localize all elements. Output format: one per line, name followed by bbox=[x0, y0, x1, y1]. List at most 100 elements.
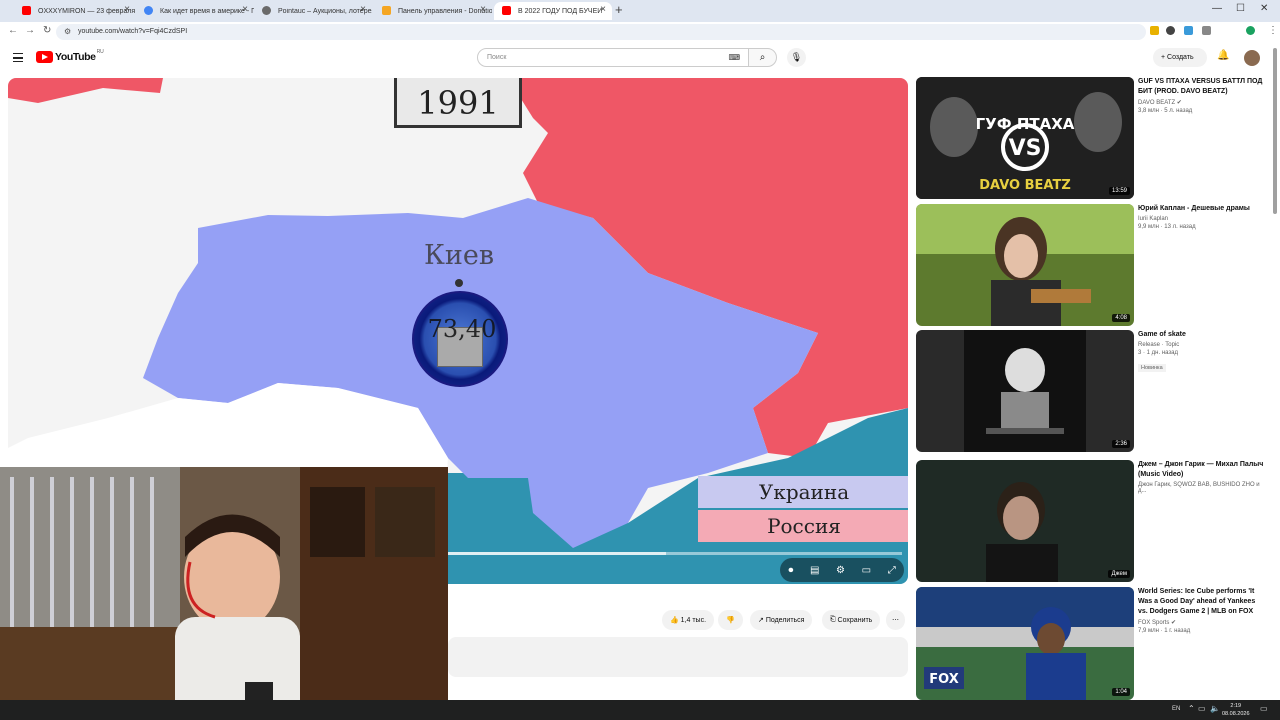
video-stats: 3,8 млн · 5 л. назад bbox=[1138, 108, 1193, 114]
ballot-badge: 73,40 bbox=[412, 291, 508, 387]
close-tab-icon[interactable]: × bbox=[124, 4, 130, 15]
forward-icon[interactable]: → bbox=[25, 25, 35, 36]
settings-gear-icon[interactable]: ⚙ bbox=[836, 565, 845, 576]
thumbnail-image bbox=[916, 460, 1134, 582]
create-label: Создать bbox=[1167, 54, 1194, 61]
video-title[interactable]: Юрий Каплан - Дешевые драмы bbox=[1138, 204, 1266, 214]
more-actions-button[interactable]: ⋯ bbox=[886, 610, 905, 630]
profile-icon[interactable] bbox=[1246, 26, 1255, 35]
autoplay-toggle-icon[interactable]: ⏺ bbox=[788, 565, 793, 576]
recommended-video[interactable]: Джем Джем – Джон Гарик — Михал Палыч (Mu… bbox=[916, 460, 1266, 582]
keyboard-icon[interactable]: ⌨ bbox=[728, 49, 740, 67]
youtube-favicon-icon bbox=[502, 6, 511, 15]
duration-badge: 2:36 bbox=[1112, 440, 1130, 448]
video-actions: 👍 1,4 тыс. 👎 ↗ Поделиться ⎗ Сохранить ⋯ bbox=[448, 608, 908, 630]
language-indicator[interactable]: EN bbox=[1172, 706, 1180, 712]
thumb-text: VS bbox=[1009, 136, 1042, 161]
more-horizontal-icon: ⋯ bbox=[892, 617, 899, 624]
channel-name[interactable]: Release · Topic bbox=[1138, 342, 1266, 348]
menu-hamburger-icon[interactable] bbox=[13, 53, 23, 62]
browser-tab[interactable]: Pointauc – Аукционы, лотерея × bbox=[254, 2, 372, 20]
tab-label: Pointauc – Аукционы, лотерея bbox=[278, 7, 372, 15]
video-thumbnail[interactable]: ГУФ ПТАХА VS DAVO BEATZ 13:59 bbox=[916, 77, 1134, 199]
tray-chevron-icon[interactable]: ⌃ bbox=[1188, 704, 1195, 713]
back-icon[interactable]: ← bbox=[8, 25, 18, 36]
channel-name[interactable]: Iurii Kaplan bbox=[1138, 216, 1266, 222]
menu-icon[interactable]: ⋮ bbox=[1268, 25, 1278, 36]
channel-name[interactable]: DAVO BEATZ ✔ bbox=[1138, 99, 1266, 106]
city-marker bbox=[455, 279, 463, 287]
new-tab-icon[interactable]: + bbox=[615, 2, 623, 17]
volume-icon[interactable]: 🔈 bbox=[1210, 704, 1220, 713]
voice-search-button[interactable]: 🎙 bbox=[787, 48, 806, 67]
like-button[interactable]: 👍 1,4 тыс. bbox=[662, 610, 715, 630]
webcam-overlay bbox=[0, 467, 448, 720]
duration-badge: 1:04 bbox=[1112, 688, 1130, 696]
notifications-bell-icon[interactable]: 🔔 bbox=[1217, 50, 1229, 61]
network-icon[interactable]: ▭ bbox=[1198, 704, 1206, 713]
youtube-logo[interactable]: YouTube RU bbox=[36, 49, 104, 63]
video-meta: GUF VS ПТАХА VERSUS БАТТЛ ПОД БИТ (PROD.… bbox=[1138, 77, 1266, 114]
close-tab-icon[interactable]: × bbox=[480, 4, 486, 15]
tab-label: В 2022 ГОДУ ПОД БУЧЕЙ bbox=[518, 7, 603, 15]
create-button[interactable]: + Создать bbox=[1153, 48, 1207, 67]
thumbs-up-icon: 👍 bbox=[670, 617, 681, 624]
subtitles-icon[interactable]: ▤ bbox=[810, 565, 819, 576]
close-tab-icon[interactable]: × bbox=[360, 4, 366, 15]
close-tab-icon[interactable]: × bbox=[600, 4, 606, 15]
recommended-video[interactable]: FOX 1:04 World Series: Ice Cube performs… bbox=[916, 587, 1266, 700]
thumbnail-image bbox=[916, 330, 1134, 452]
youtube-favicon-icon bbox=[22, 6, 31, 15]
description-box[interactable] bbox=[448, 637, 908, 677]
clock-time: 2:19 bbox=[1230, 703, 1242, 709]
browser-tab-active[interactable]: В 2022 ГОДУ ПОД БУЧЕЙ × bbox=[494, 2, 612, 20]
minimize-icon[interactable]: — bbox=[1212, 3, 1222, 14]
close-window-icon[interactable]: ✕ bbox=[1260, 3, 1268, 14]
theater-mode-icon[interactable]: ▭ bbox=[862, 565, 871, 576]
address-bar[interactable]: ⚙ youtube.com/watch?v=Fqi4CzdSPI bbox=[56, 24, 1146, 40]
extensions-puzzle-icon[interactable] bbox=[1202, 26, 1211, 35]
video-title[interactable]: GUF VS ПТАХА VERSUS БАТТЛ ПОД БИТ (PROD.… bbox=[1138, 77, 1266, 97]
share-button[interactable]: ↗ Поделиться bbox=[750, 610, 813, 630]
browser-tab[interactable]: OXXXYMIRON — 23 февраля × bbox=[14, 2, 136, 20]
channel-name[interactable]: Джон Гарик, SQWOZ BAB, BUSHIDO ZHO и д..… bbox=[1138, 482, 1266, 494]
system-clock[interactable]: 2:19 08.08.2026 bbox=[1222, 702, 1250, 718]
video-thumbnail[interactable]: FOX 1:04 bbox=[916, 587, 1134, 700]
reload-icon[interactable]: ↻ bbox=[43, 25, 51, 36]
notification-center-icon[interactable]: ▭ bbox=[1260, 704, 1268, 713]
video-title[interactable]: World Series: Ice Cube performs 'It Was … bbox=[1138, 587, 1266, 617]
extension-icon[interactable] bbox=[1166, 26, 1175, 35]
page-scrollbar[interactable] bbox=[1273, 48, 1277, 214]
share-icon: ↗ bbox=[758, 617, 766, 624]
video-progress-bar[interactable] bbox=[448, 552, 902, 555]
player-controls: ⏺ ▤ ⚙ ▭ ⤢ bbox=[780, 558, 904, 582]
recommended-video[interactable]: 2:36 Game of skate Release · Topic 3 · 1… bbox=[916, 330, 1266, 452]
share-label: Поделиться bbox=[765, 616, 805, 624]
close-tab-icon[interactable]: × bbox=[242, 4, 248, 15]
browser-tab[interactable]: Панель управления - Donatio × bbox=[374, 2, 492, 20]
video-title[interactable]: Джем – Джон Гарик — Михал Палыч (Music V… bbox=[1138, 460, 1266, 480]
tab-label: Панель управления - Donatio bbox=[398, 7, 492, 15]
extension-icon[interactable] bbox=[1150, 26, 1159, 35]
maximize-icon[interactable]: ☐ bbox=[1236, 3, 1245, 14]
streamer-webcam-image bbox=[0, 467, 448, 720]
browser-toolbar: ← → ↻ ⚙ youtube.com/watch?v=Fqi4CzdSPI ⋮ bbox=[0, 22, 1280, 42]
video-thumbnail[interactable]: 2:36 bbox=[916, 330, 1134, 452]
video-title[interactable]: Game of skate bbox=[1138, 330, 1266, 340]
video-thumbnail[interactable]: 4:08 bbox=[916, 204, 1134, 326]
video-meta: World Series: Ice Cube performs 'It Was … bbox=[1138, 587, 1266, 634]
save-button[interactable]: ⎗ Сохранить bbox=[822, 610, 881, 630]
dislike-button[interactable]: 👎 bbox=[718, 610, 743, 630]
video-meta: Джем – Джон Гарик — Михал Палыч (Music V… bbox=[1138, 460, 1266, 494]
search-input[interactable]: Поиск ⌨ bbox=[477, 48, 749, 67]
video-thumbnail[interactable]: Джем bbox=[916, 460, 1134, 582]
browser-tab[interactable]: Как идет время в америке - П × bbox=[136, 2, 254, 20]
channel-name[interactable]: FOX Sports ✔ bbox=[1138, 619, 1266, 626]
search-button[interactable]: ⌕ bbox=[748, 48, 777, 67]
extension-icon[interactable] bbox=[1184, 26, 1193, 35]
avatar[interactable] bbox=[1244, 50, 1260, 66]
site-info-icon[interactable]: ⚙ bbox=[64, 24, 71, 40]
recommended-video[interactable]: 4:08 Юрий Каплан - Дешевые драмы Iurii K… bbox=[916, 204, 1266, 326]
recommended-video[interactable]: ГУФ ПТАХА VS DAVO BEATZ 13:59 GUF VS ПТА… bbox=[916, 77, 1266, 199]
fullscreen-icon[interactable]: ⤢ bbox=[888, 565, 896, 576]
